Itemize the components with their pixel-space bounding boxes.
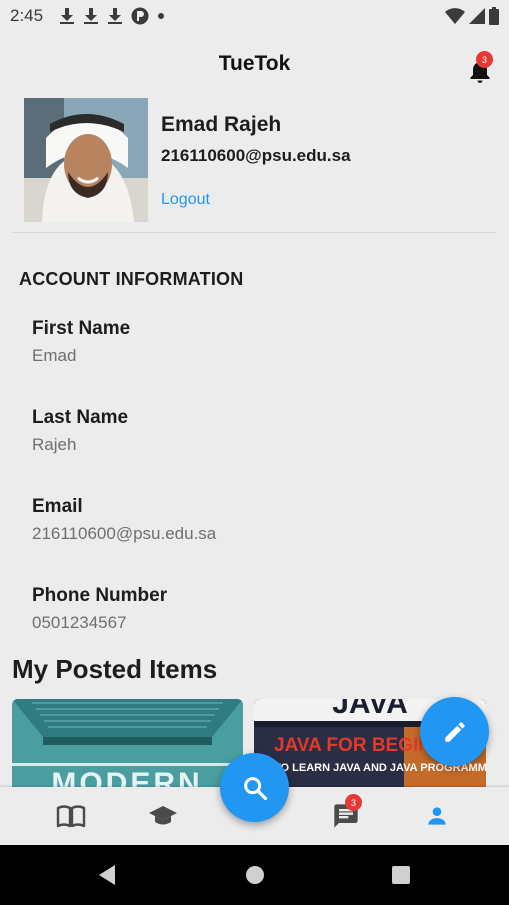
account-section-title: ACCOUNT INFORMATION [19, 269, 244, 289]
app-notification-icon [131, 7, 149, 25]
app-bar: TueTok 3 [0, 40, 509, 90]
card-title-text: MODERN [51, 767, 202, 787]
download-icon [59, 7, 75, 25]
posted-item-card[interactable]: MODERN [12, 699, 243, 787]
recents-button[interactable] [389, 863, 413, 887]
signal-icon [469, 8, 485, 24]
search-button[interactable] [220, 753, 289, 822]
field-value: Emad [32, 346, 77, 365]
user-name: Emad Rajeh [161, 113, 282, 136]
app-title: TueTok [218, 52, 291, 75]
system-navigation-bar [0, 845, 509, 905]
logout-link[interactable]: Logout [161, 191, 210, 209]
graduation-cap-icon [149, 806, 177, 825]
first-name-field: First Name Emad [32, 318, 130, 366]
account-icon [428, 807, 446, 825]
posted-items-title: My Posted Items [12, 654, 218, 684]
back-triangle-icon [99, 865, 115, 885]
notifications-button[interactable]: 3 [466, 51, 494, 83]
home-button[interactable] [243, 863, 267, 887]
more-notifications-dot-icon [157, 12, 165, 20]
phone-number-field: Phone Number 0501234567 [32, 585, 167, 633]
battery-icon [489, 7, 499, 25]
user-email: 216110600@psu.edu.sa [161, 146, 351, 165]
nav-item-account[interactable] [420, 801, 454, 831]
search-icon [243, 776, 267, 800]
field-label: Last Name [32, 407, 129, 428]
status-right [445, 7, 499, 25]
field-value: Rajeh [32, 435, 77, 454]
field-value: 0501234567 [32, 613, 127, 632]
messages-badge: 3 [345, 794, 362, 811]
recents-square-icon [392, 866, 410, 884]
status-left: 2:45 [10, 6, 165, 26]
notification-badge: 3 [476, 51, 493, 68]
status-bar: 2:45 [0, 0, 509, 32]
email-field: Email 216110600@psu.edu.sa [32, 496, 216, 544]
last-name-field: Last Name Rajeh [32, 407, 128, 455]
wifi-icon [445, 8, 465, 24]
download-icon [83, 7, 99, 25]
book-cover-image: MODERN [12, 699, 243, 787]
back-button[interactable] [95, 863, 119, 887]
divider [12, 232, 496, 233]
pencil-icon [444, 721, 465, 742]
avatar [24, 98, 148, 222]
download-icon [107, 7, 123, 25]
status-time: 2:45 [10, 6, 44, 25]
nav-item-messages[interactable]: 3 [329, 794, 363, 831]
profile-header: Emad Rajeh 216110600@psu.edu.sa Logout [0, 98, 509, 233]
nav-item-courses[interactable] [146, 801, 180, 831]
card-banner-text: JAVA [332, 699, 408, 720]
field-label: Email [32, 496, 83, 517]
nav-item-books[interactable] [54, 801, 88, 831]
field-label: Phone Number [32, 585, 168, 606]
home-circle-icon [246, 866, 264, 884]
edit-profile-button[interactable] [420, 697, 489, 766]
book-icon [56, 805, 86, 828]
field-value: 216110600@psu.edu.sa [32, 524, 217, 543]
field-label: First Name [32, 318, 131, 339]
